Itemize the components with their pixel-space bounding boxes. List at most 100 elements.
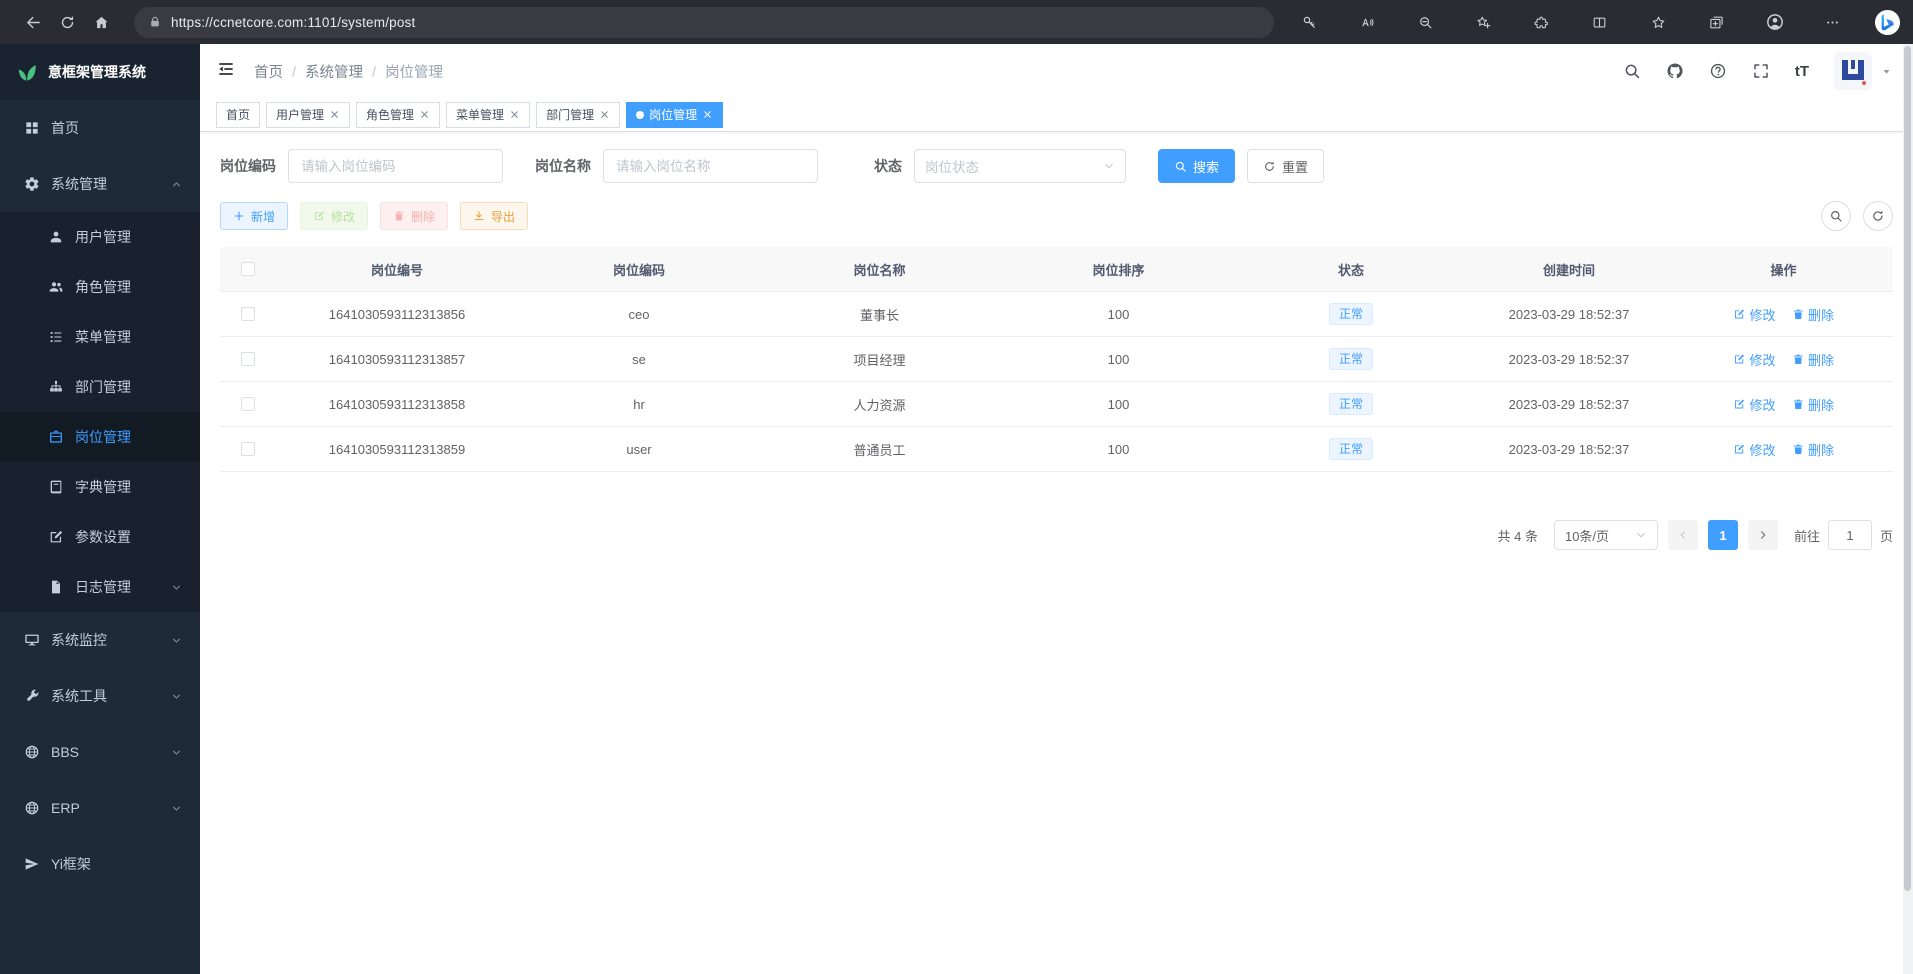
column-header-post-code: 岗位编码 — [518, 260, 760, 279]
row-delete-link[interactable]: 删除 — [1792, 350, 1835, 369]
sidebar-group-system-monitor[interactable]: 系统监控 — [0, 612, 200, 668]
sidebar-item-role-management[interactable]: 角色管理 — [0, 262, 200, 312]
sidebar-toggle-icon[interactable] — [216, 59, 240, 83]
extensions-icon[interactable] — [1525, 6, 1559, 38]
bing-icon[interactable] — [1874, 9, 1901, 36]
chevron-down-icon — [1635, 529, 1647, 541]
browser-menu-icon[interactable] — [1816, 6, 1850, 38]
search-icon[interactable] — [1623, 62, 1641, 80]
sidebar-item-yi-framework[interactable]: Yi框架 — [0, 836, 200, 892]
row-checkbox[interactable] — [241, 397, 255, 411]
read-aloud-icon[interactable] — [1350, 6, 1384, 38]
book-icon — [48, 479, 64, 495]
cell-post-code: se — [518, 352, 760, 367]
address-bar[interactable]: https://ccnetcore.com:1101/system/post — [134, 7, 1274, 38]
sidebar-item-label: 字典管理 — [75, 477, 131, 497]
zoom-icon[interactable] — [1408, 6, 1442, 38]
row-delete-link[interactable]: 删除 — [1792, 395, 1835, 414]
sidebar-item-label: 菜单管理 — [75, 327, 131, 347]
close-icon[interactable] — [702, 109, 713, 120]
add-favorite-icon[interactable] — [1467, 6, 1501, 38]
tab-label: 菜单管理 — [456, 106, 504, 123]
refresh-table-button[interactable] — [1863, 201, 1893, 231]
close-icon[interactable] — [599, 109, 610, 120]
export-button[interactable]: 导出 — [460, 202, 528, 230]
tab-role-management[interactable]: 角色管理 — [356, 102, 440, 128]
github-icon[interactable] — [1666, 62, 1684, 80]
tab-menu-management[interactable]: 菜单管理 — [446, 102, 530, 128]
url-text[interactable]: https://ccnetcore.com:1101/system/post — [171, 15, 415, 30]
collections-icon[interactable] — [1699, 6, 1733, 38]
close-icon[interactable] — [509, 109, 520, 120]
user-icon — [48, 229, 64, 245]
favorites-icon[interactable] — [1641, 6, 1675, 38]
breadcrumb-home[interactable]: 首页 — [254, 61, 296, 82]
help-icon[interactable] — [1709, 62, 1727, 80]
browser-refresh-icon[interactable] — [50, 6, 84, 38]
sidebar-item-user-management[interactable]: 用户管理 — [0, 212, 200, 262]
document-icon — [48, 579, 64, 595]
sidebar-group-bbs[interactable]: BBS — [0, 724, 200, 780]
tab-department-management[interactable]: 部门管理 — [536, 102, 620, 128]
page-number-button[interactable]: 1 — [1708, 520, 1738, 550]
user-menu[interactable] — [1834, 52, 1893, 90]
sidebar-item-home[interactable]: 首页 — [0, 100, 200, 156]
row-edit-link[interactable]: 修改 — [1733, 395, 1776, 414]
row-edit-link[interactable]: 修改 — [1733, 350, 1776, 369]
browser-back-icon[interactable] — [16, 6, 50, 38]
sidebar-group-system-management[interactable]: 系统管理 — [0, 156, 200, 212]
sidebar-item-parameter-settings[interactable]: 参数设置 — [0, 512, 200, 562]
toggle-search-button[interactable] — [1821, 201, 1851, 231]
sidebar-item-menu-management[interactable]: 菜单管理 — [0, 312, 200, 362]
cell-post-id: 1641030593112313859 — [276, 442, 518, 457]
sidebar-item-department-management[interactable]: 部门管理 — [0, 362, 200, 412]
browser-profile-icon[interactable] — [1758, 6, 1792, 38]
row-checkbox[interactable] — [241, 352, 255, 366]
avatar[interactable] — [1834, 52, 1872, 90]
scrollbar-thumb[interactable] — [1904, 46, 1911, 891]
tab-user-management[interactable]: 用户管理 — [266, 102, 350, 128]
goto-page-input[interactable] — [1828, 520, 1872, 550]
post-name-label: 岗位名称 — [535, 156, 591, 176]
goto-unit-label: 页 — [1880, 526, 1893, 545]
app-logo[interactable]: 意框架管理系统 — [0, 44, 200, 100]
sidebar-item-dict-management[interactable]: 字典管理 — [0, 462, 200, 512]
sidebar-group-erp[interactable]: ERP — [0, 780, 200, 836]
row-edit-link[interactable]: 修改 — [1733, 440, 1776, 459]
sidebar-item-label: 系统管理 — [51, 174, 107, 194]
row-delete-label: 删除 — [1808, 305, 1834, 324]
search-button[interactable]: 搜索 — [1158, 149, 1235, 183]
sidebar-group-log-management[interactable]: 日志管理 — [0, 562, 200, 612]
filter-post-name: 岗位名称 — [535, 149, 818, 183]
post-name-input[interactable] — [603, 149, 818, 183]
row-delete-link[interactable]: 删除 — [1792, 305, 1835, 324]
row-edit-link[interactable]: 修改 — [1733, 305, 1776, 324]
sidebar-item-post-management[interactable]: 岗位管理 — [0, 412, 200, 462]
post-code-input[interactable] — [288, 149, 503, 183]
status-select[interactable]: 岗位状态 — [914, 149, 1126, 183]
sidebar-group-system-tools[interactable]: 系统工具 — [0, 668, 200, 724]
next-page-button[interactable] — [1748, 520, 1778, 550]
password-key-icon[interactable] — [1292, 6, 1326, 38]
close-icon[interactable] — [419, 109, 430, 120]
breadcrumb-system[interactable]: 系统管理 — [305, 61, 376, 82]
cell-post-sort: 100 — [999, 397, 1238, 412]
fullscreen-icon[interactable] — [1752, 62, 1770, 80]
row-delete-link[interactable]: 删除 — [1792, 440, 1835, 459]
close-icon[interactable] — [329, 109, 340, 120]
browser-home-icon[interactable] — [84, 6, 118, 38]
chevron-down-icon — [171, 803, 182, 814]
status-badge: 正常 — [1329, 393, 1373, 415]
font-size-icon[interactable]: tT — [1795, 63, 1809, 80]
tab-home[interactable]: 首页 — [216, 102, 260, 128]
page-size-select[interactable]: 10条/页 — [1554, 520, 1658, 550]
reset-button[interactable]: 重置 — [1247, 149, 1324, 183]
scrollbar-track[interactable] — [1903, 44, 1913, 974]
select-all-checkbox[interactable] — [241, 262, 255, 276]
row-checkbox[interactable] — [241, 307, 255, 321]
row-checkbox[interactable] — [241, 442, 255, 456]
split-screen-icon[interactable] — [1583, 6, 1617, 38]
lock-icon — [148, 15, 162, 29]
add-button[interactable]: 新增 — [220, 202, 288, 230]
tab-post-management[interactable]: 岗位管理 — [626, 102, 723, 128]
